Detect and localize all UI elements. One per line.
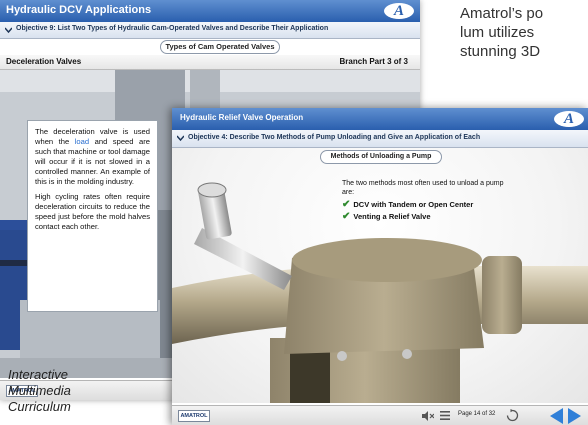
- paragraph-cycling: High cycling rates often require deceler…: [35, 192, 150, 232]
- paragraph-deceleration: The deceleration valve is used when the …: [35, 127, 150, 187]
- objective-title: Objective 9: List Two Types of Hydraulic…: [16, 25, 329, 32]
- page-indicator: Page 14 of 32: [458, 411, 496, 417]
- chevron-down-icon[interactable]: [177, 135, 184, 142]
- previous-page-arrow-icon[interactable]: [550, 408, 563, 424]
- unloading-method-item: ✔ DCV with Tandem or Open Center: [342, 199, 473, 210]
- curriculum-caption: Interactive Multimedia Curriculum: [8, 367, 71, 415]
- mute-icon[interactable]: [422, 411, 434, 421]
- next-page-arrow-icon[interactable]: [568, 408, 581, 424]
- branch-indicator: Branch Part 3 of 3: [339, 57, 408, 66]
- section-title: Deceleration Valves: [6, 57, 82, 66]
- menu-icon[interactable]: [440, 411, 450, 420]
- amatrol-logo-icon: A: [384, 3, 414, 19]
- checkmark-icon: ✔: [342, 211, 351, 222]
- promo-line: stunning 3D: [460, 43, 541, 60]
- description-textbox: The deceleration valve is used when the …: [27, 120, 158, 312]
- window-title-bar: Hydraulic DCV Applications A: [0, 0, 420, 22]
- checkmark-icon: ✔: [342, 199, 351, 210]
- caption-line: Interactive: [8, 367, 68, 382]
- promo-text: Amatrol’s po lum utilizes stunning 3D: [460, 4, 588, 61]
- window-title: Hydraulic Relief Valve Operation: [180, 113, 304, 122]
- unloading-method-item: ✔ Venting a Relief Valve: [342, 211, 431, 222]
- caption-line: Curriculum: [8, 399, 71, 414]
- window-title: Hydraulic DCV Applications: [6, 4, 152, 16]
- objective-bar[interactable]: Objective 4: Describe Two Methods of Pum…: [172, 130, 588, 148]
- front-footer-bar: AMATROL Page 14 of 32: [172, 405, 588, 425]
- caption-line: Multimedia: [8, 383, 71, 398]
- topic-button[interactable]: Methods of Unloading a Pump: [320, 150, 442, 164]
- objective-bar[interactable]: Objective 9: List Two Types of Hydraulic…: [0, 22, 420, 39]
- intro-text: The two methods most often used to unloa…: [342, 180, 504, 196]
- promo-line: Amatrol’s po: [460, 5, 544, 22]
- chevron-down-icon[interactable]: [5, 27, 12, 34]
- window-title-bar: Hydraulic Relief Valve Operation A: [172, 108, 588, 130]
- promo-line: lum utilizes: [460, 24, 535, 41]
- item-label: DCV with Tandem or Open Center: [353, 200, 474, 209]
- item-label: Venting a Relief Valve: [353, 212, 431, 221]
- replay-icon[interactable]: [506, 409, 519, 422]
- topic-button[interactable]: Types of Cam Operated Valves: [160, 40, 280, 54]
- load-link[interactable]: load: [75, 137, 89, 146]
- relief-valve-window: Hydraulic Relief Valve Operation A Objec…: [172, 108, 588, 425]
- amatrol-footer-logo: AMATROL: [178, 410, 210, 422]
- objective-title: Objective 4: Describe Two Methods of Pum…: [188, 134, 481, 141]
- section-bar: Deceleration Valves Branch Part 3 of 3: [0, 55, 420, 70]
- amatrol-logo-icon: A: [554, 111, 584, 127]
